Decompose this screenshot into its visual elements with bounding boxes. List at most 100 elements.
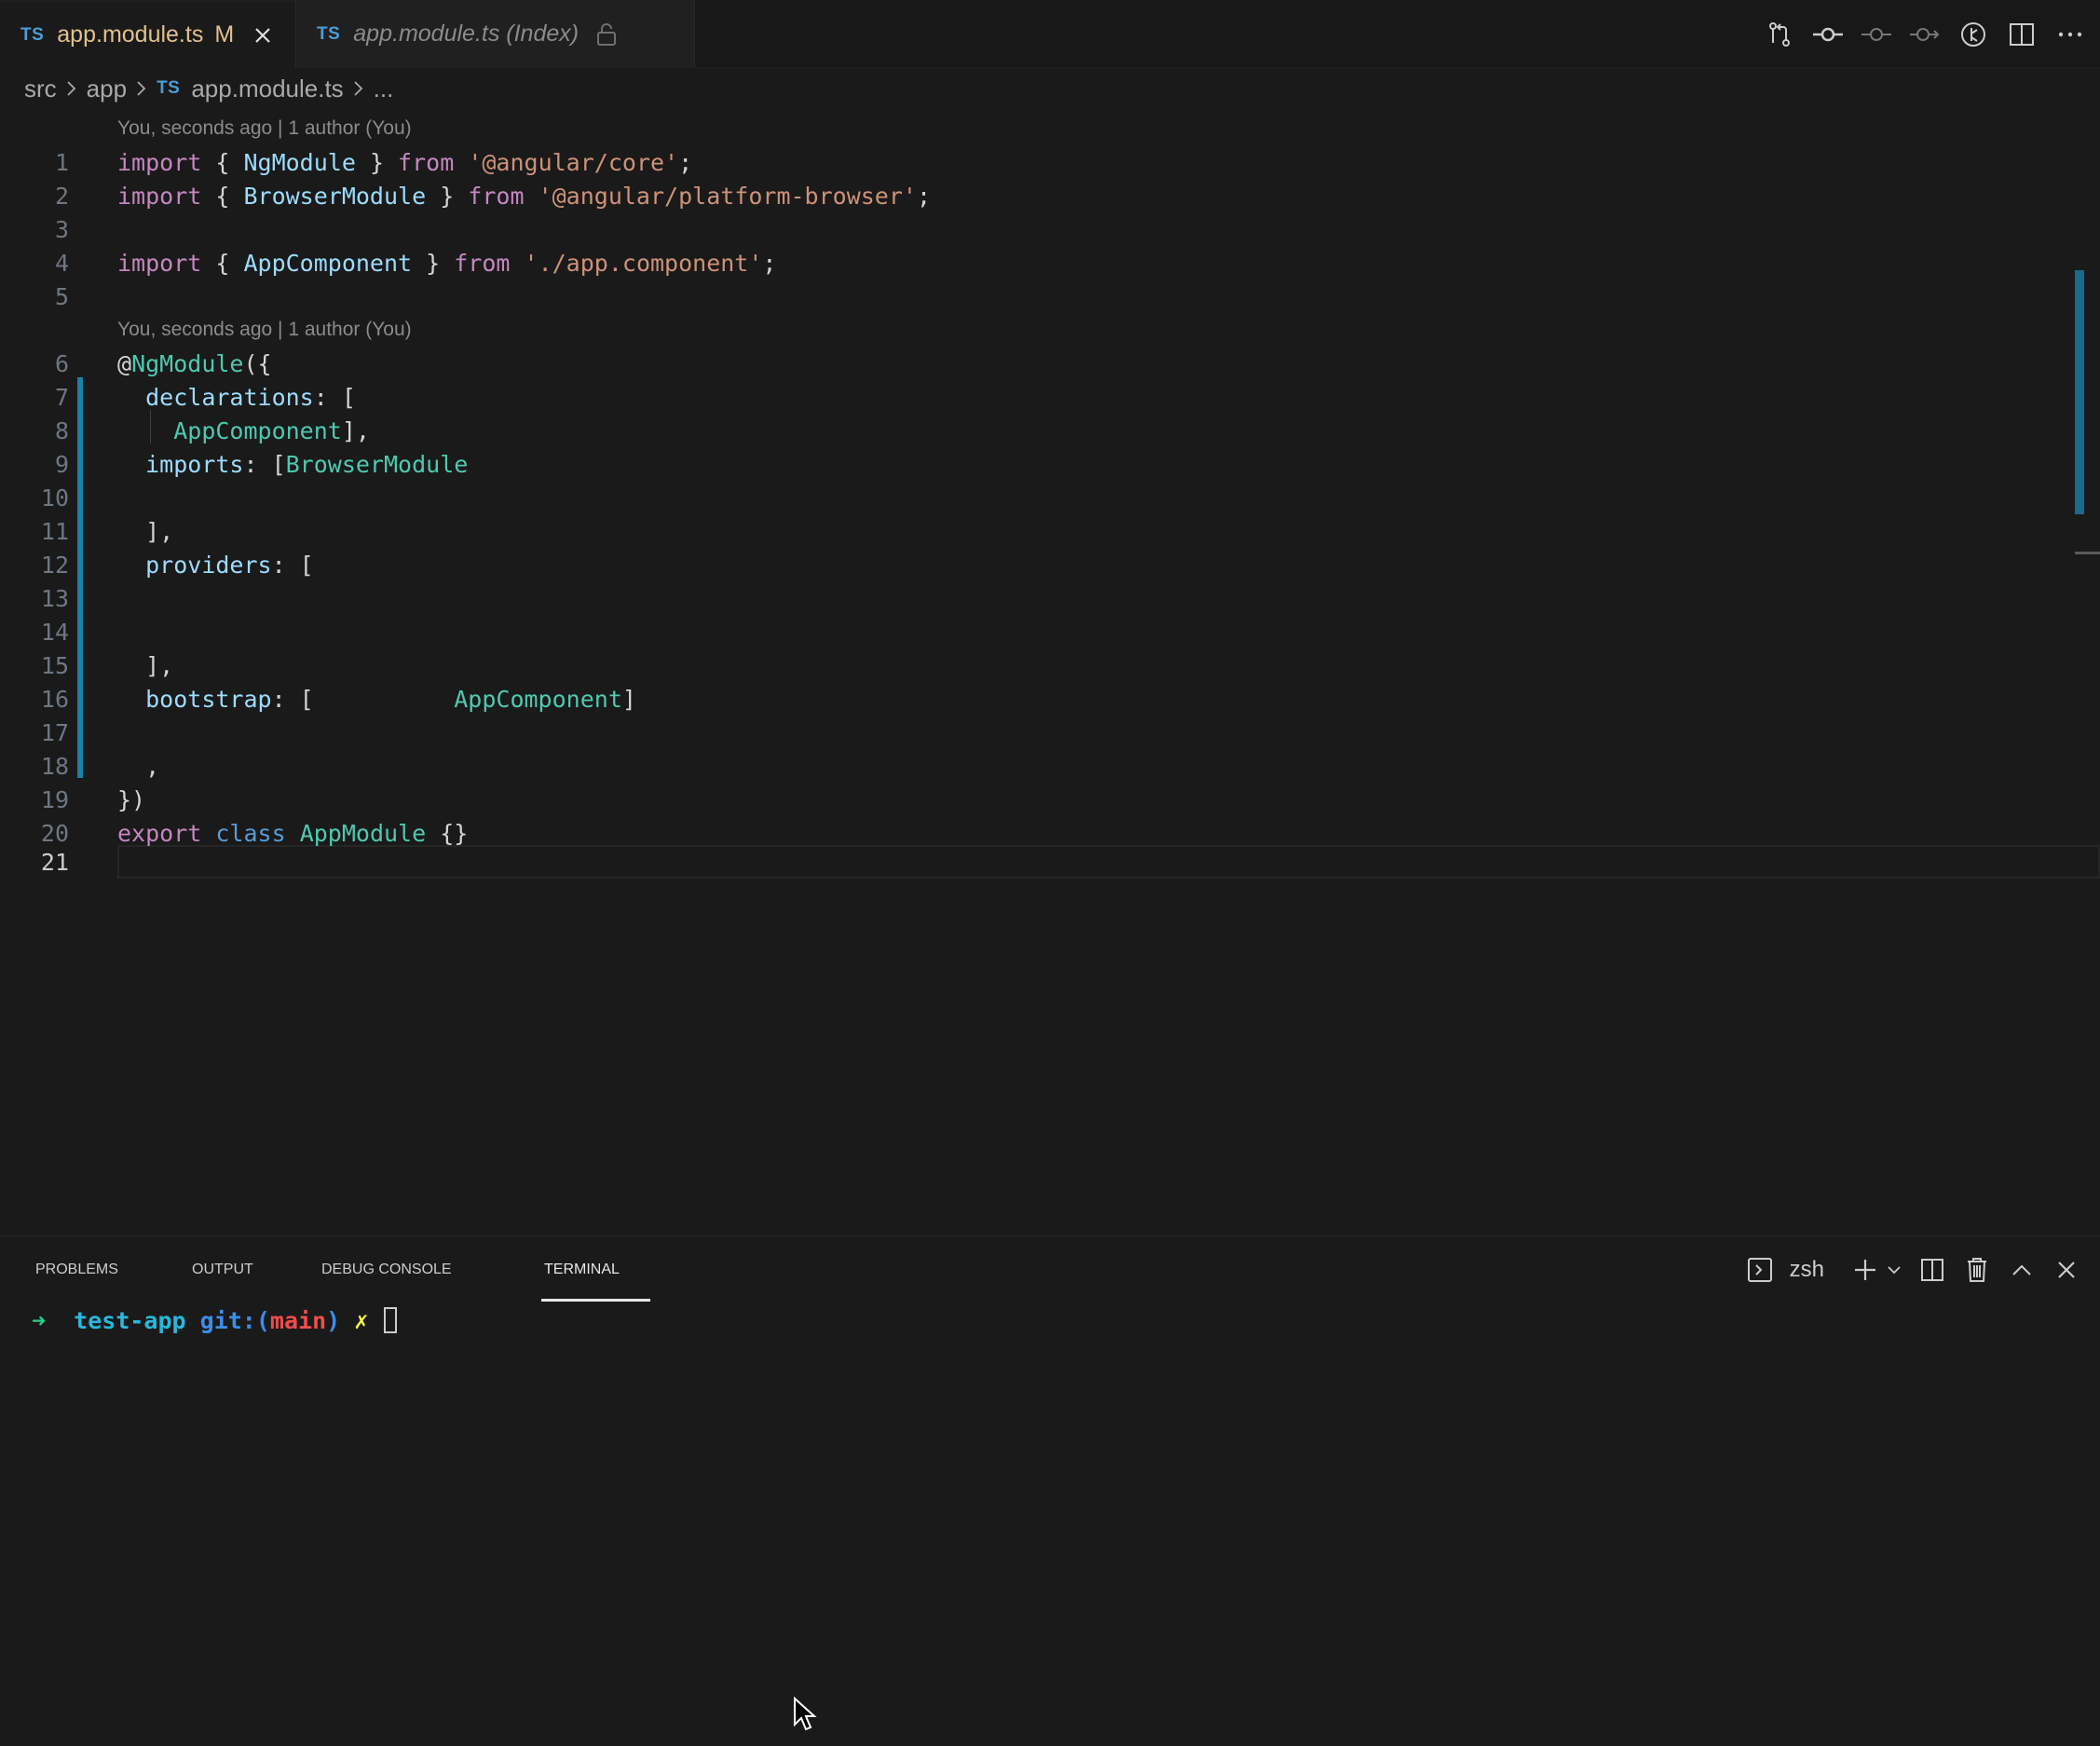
punctuation: ; [678, 148, 693, 176]
bottom-panel: PROBLEMS OUTPUT DEBUG CONSOLE TERMINAL z… [0, 1235, 2100, 1746]
plus-icon[interactable] [1850, 1255, 1880, 1285]
prompt-arrow: ➜ [32, 1306, 47, 1334]
class-name: AppComponent [173, 416, 342, 444]
code-line: 7 declarations: [ [0, 380, 2100, 414]
punctuation: : [ [243, 450, 286, 478]
chevron-down-icon[interactable] [1886, 1255, 1902, 1285]
close-panel-icon[interactable] [2052, 1255, 2081, 1285]
property: declarations [145, 383, 314, 411]
line-number: 8 [54, 416, 69, 444]
code-line-current: 21 [0, 845, 2100, 879]
string-literal: '@angular/core' [468, 148, 679, 176]
punctuation: {} [426, 819, 469, 847]
trash-icon[interactable] [1962, 1255, 1992, 1285]
terminal-icon [1745, 1255, 1775, 1285]
prompt-dirty-marker: ✗ [354, 1306, 369, 1334]
punctuation: ] [621, 685, 636, 713]
line-number: 5 [54, 282, 69, 310]
keyword: export [117, 819, 202, 847]
chevron-right-icon [353, 80, 364, 97]
punctuation: : [ [313, 383, 356, 411]
line-number: 6 [54, 349, 69, 377]
punctuation: , [117, 752, 160, 780]
decorator-name: NgModule [131, 349, 244, 377]
tab-title: app.module.ts (Index) [353, 20, 580, 47]
terminal-shell-name[interactable]: zsh [1790, 1257, 1824, 1283]
code-line: 18 , [0, 749, 2100, 783]
class-name: AppComponent [454, 685, 622, 713]
next-change-icon[interactable] [1910, 20, 1940, 49]
punctuation [454, 149, 468, 176]
git-blame-codelens[interactable]: You, seconds ago | 1 author (You) [117, 313, 412, 347]
previous-change-icon[interactable] [1861, 20, 1891, 49]
punctuation [510, 250, 524, 277]
typescript-icon: TS [317, 23, 341, 44]
punctuation: ], [117, 517, 174, 545]
property: bootstrap [145, 685, 272, 713]
breadcrumb-item-file[interactable]: app.module.ts [191, 75, 343, 103]
code-line: 9 imports: [BrowserModule [0, 447, 2100, 481]
git-history-icon[interactable] [1958, 20, 1988, 49]
identifier: NgModule [243, 148, 356, 176]
active-tab-indicator [541, 1299, 650, 1302]
line-number: 16 [40, 685, 69, 713]
identifier: AppComponent [243, 249, 413, 277]
property: imports [145, 450, 244, 478]
close-icon[interactable] [251, 22, 275, 48]
code-line: 17 [0, 716, 2100, 749]
code-line: 15 ], [0, 648, 2100, 682]
line-number: 15 [40, 651, 69, 679]
tab-debug-console[interactable]: DEBUG CONSOLE [321, 1236, 452, 1303]
punctuation: ], [341, 416, 370, 444]
line-number: 13 [40, 584, 69, 612]
keyword: from [468, 182, 525, 210]
string-literal: '@angular/platform-browser' [538, 182, 917, 210]
code-line: 19 }) [0, 783, 2100, 816]
tab-problems[interactable]: PROBLEMS [35, 1236, 118, 1303]
punctuation: : [ [271, 685, 455, 713]
chevron-right-icon [66, 80, 77, 97]
terminal-actions: zsh [1745, 1236, 2081, 1303]
prompt-git-label: git:( [199, 1306, 270, 1334]
tab-app-module[interactable]: TS app.module.ts M [0, 0, 296, 68]
tab-title: app.module.ts [57, 21, 204, 48]
breadcrumb-item-app[interactable]: app [87, 75, 127, 103]
typescript-icon: TS [157, 78, 181, 98]
git-blame-codelens[interactable]: You, seconds ago | 1 author (You) [117, 112, 412, 145]
punctuation: { [201, 249, 244, 277]
tab-terminal[interactable]: TERMINAL [544, 1236, 620, 1303]
code-line: 10 [0, 481, 2100, 514]
tab-output[interactable]: OUTPUT [192, 1236, 253, 1303]
more-actions-icon[interactable] [2055, 20, 2085, 49]
code-editor[interactable]: You, seconds ago | 1 author (You) 1 impo… [0, 112, 2100, 1234]
prompt-git-close: ) [326, 1306, 341, 1334]
prompt-branch: main [269, 1306, 327, 1334]
line-number: 7 [54, 383, 69, 411]
keyword: class [215, 819, 286, 847]
line-number: 3 [54, 215, 69, 243]
open-changes-icon[interactable] [1765, 20, 1794, 49]
code-line: 2 import { BrowserModule } from '@angula… [0, 179, 2100, 212]
breadcrumb-item-symbols[interactable]: ... [374, 75, 394, 103]
terminal-prompt[interactable]: ➜ test-app git:(main) ✗ [32, 1302, 398, 1339]
chevron-right-icon [136, 80, 147, 97]
keyword: import [117, 182, 202, 210]
punctuation: { [201, 148, 244, 176]
line-number: 12 [40, 551, 69, 579]
code-line: 13 [0, 581, 2100, 615]
chevron-up-icon[interactable] [2007, 1255, 2037, 1285]
code-line: 12 providers: [ [0, 548, 2100, 581]
split-editor-icon[interactable] [2007, 20, 2037, 49]
code-line: 6 @NgModule({ [0, 347, 2100, 380]
line-number: 19 [40, 785, 69, 813]
lock-icon [595, 22, 618, 47]
line-number: 1 [54, 148, 69, 176]
git-commit-icon[interactable] [1813, 20, 1843, 49]
keyword: import [117, 249, 202, 277]
breadcrumb-item-src[interactable]: src [24, 75, 57, 103]
split-terminal-icon[interactable] [1917, 1255, 1947, 1285]
tab-app-module-index[interactable]: TS app.module.ts (Index) [296, 0, 695, 68]
